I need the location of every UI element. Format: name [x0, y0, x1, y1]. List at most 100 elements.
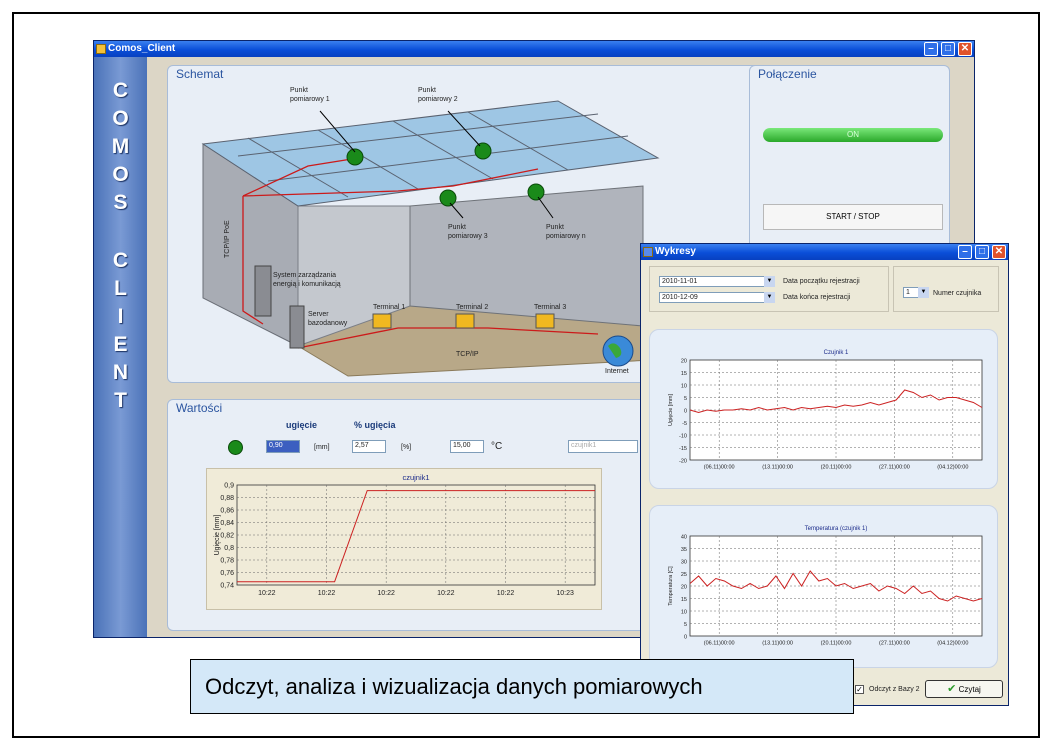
chevron-down-icon[interactable]: ▼ — [764, 292, 775, 303]
sidebar-letter: L — [114, 277, 127, 300]
ugiecie-value-field[interactable]: 0,90 — [266, 440, 300, 453]
sidebar-letter: M — [111, 135, 130, 158]
checkbox-baza2-label: Odczyt z Bazy 2 — [869, 686, 920, 693]
y-tick-label: -10 — [679, 434, 687, 440]
chart-ugiecie-svg: czujnik1 0,9 0,88 0,86 0,84 0,82 0,8 0,78 0,76 0,… — [214, 473, 596, 597]
sidebar-letter: O — [112, 107, 129, 130]
y-tick-label: 35 — [681, 547, 687, 553]
x-tick-label: (27.11)00:00 — [879, 465, 910, 471]
x-tick-label: 10:22 — [437, 590, 455, 597]
sidebar-letter: C — [112, 249, 129, 272]
sidebar-letter: I — [117, 305, 124, 328]
x-tick-label: (04.12)00:00 — [937, 465, 968, 471]
date-start-select[interactable]: 2010-11-01 — [659, 276, 775, 287]
proc-value-field[interactable]: 2,57 — [352, 440, 386, 453]
right-wall — [409, 185, 644, 327]
minimize-icon[interactable]: – — [958, 245, 972, 259]
y-tick-label: 15 — [681, 597, 687, 603]
czytaj-button[interactable]: ✔ Czytaj — [925, 680, 1003, 698]
main-titlebar[interactable]: Comos_Client – □ ✕ — [94, 41, 974, 57]
close-icon[interactable]: ✕ — [992, 245, 1006, 259]
maximize-icon[interactable]: □ — [975, 245, 989, 259]
chart-temperatura-svg: Temperatura (czujnik 1) 40 35 30 25 20 15 10 5 0 (… — [668, 526, 983, 647]
terminal-screen — [372, 313, 392, 329]
y-tick-label: 20 — [681, 359, 687, 365]
x-tick-label: (04.12)00:00 — [937, 641, 968, 647]
y-tick-label: 0,76 — [220, 570, 234, 577]
y-tick-label: -20 — [679, 459, 687, 465]
x-tick-label: (06.11)00:00 — [704, 465, 735, 471]
chart-panel-temperatura: Temperatura (czujnik 1) 40 35 30 25 20 15 10 5 0 (… — [649, 505, 998, 668]
date-end-label: Data końca rejestracji — [783, 294, 851, 301]
x-tick-label: (06.11)00:00 — [704, 641, 735, 647]
y-axis-label: Ugięcie [mm] — [668, 393, 674, 426]
date-start-label: Data początku rejestracji — [783, 278, 860, 285]
y-tick-label: 0,74 — [220, 583, 234, 590]
terminal3-label: Terminal 3 — [534, 304, 567, 311]
temp-value-field[interactable]: 15,00 — [450, 440, 484, 453]
sidebar-letter: N — [112, 361, 129, 384]
polaczenie-title: Połączenie — [758, 67, 817, 81]
x-tick-label: (13.11)00:00 — [762, 465, 793, 471]
x-tick-label: 10:22 — [377, 590, 395, 597]
sidebar-letter: E — [113, 333, 128, 356]
window-title: Comos_Client — [108, 43, 176, 54]
punktn-label: Punkt pomiarowy n — [546, 224, 586, 240]
system-box — [254, 265, 272, 317]
temp-unit: °C — [491, 441, 503, 452]
x-tick-label: (27.11)00:00 — [879, 641, 910, 647]
proc-ugiecia-label: % ugięcia — [354, 420, 396, 430]
terminal-screen — [455, 313, 475, 329]
terminal1-label: Terminal 1 — [373, 304, 406, 311]
ugiecie-unit: [mm] — [314, 444, 330, 451]
y-tick-label: -15 — [679, 446, 687, 452]
x-tick-label: 10:23 — [556, 590, 574, 597]
x-tick-label: (20.11)00:00 — [821, 641, 852, 647]
czytaj-label: Czytaj — [958, 685, 981, 694]
status-indicator: ON — [763, 128, 943, 142]
chart-title: Temperatura (czujnik 1) — [805, 526, 868, 532]
chevron-down-icon[interactable]: ▼ — [764, 276, 775, 287]
y-tick-label: 30 — [681, 560, 687, 566]
y-tick-label: 0,82 — [220, 533, 234, 540]
y-tick-label: 10 — [681, 610, 687, 616]
chart-czujnik-svg: Czujnik 1 20 15 10 5 0 -5 -10 -15 -20 (06.11)00:00… — [668, 350, 983, 471]
close-icon[interactable]: ✕ — [958, 42, 972, 56]
terminal-screen — [535, 313, 555, 329]
y-tick-label: 25 — [681, 572, 687, 578]
server-box — [289, 305, 305, 349]
system-label: System zarządzania energią i komunikacją — [273, 272, 341, 288]
check-icon: ✔ — [947, 683, 957, 695]
y-tick-label: 20 — [681, 585, 687, 591]
punkt3-label: Punkt pomiarowy 3 — [448, 224, 488, 240]
wykresy-titlebar[interactable]: Wykresy – □ ✕ — [641, 244, 1008, 260]
date-end-select[interactable]: 2010-12-09 — [659, 292, 775, 303]
chart-window-icon — [643, 247, 653, 257]
sensor-dot — [527, 183, 545, 201]
sensor-dot — [474, 142, 492, 160]
chart-ugiecie: czujnik1 0,9 0,88 0,86 0,84 0,82 0,8 0,78 0,76 0,… — [206, 468, 602, 610]
y-tick-label: 0,78 — [220, 558, 234, 565]
tcpip-label: TCP/IP — [456, 351, 479, 358]
start-stop-button[interactable]: START / STOP — [763, 204, 943, 230]
wykresy-window: Wykresy – □ ✕ 2010-11-01 ▼ Data początku… — [640, 243, 1009, 706]
server-label: Server bazodanowy — [308, 311, 348, 327]
chart-title: Czujnik 1 — [824, 350, 849, 356]
minimize-icon[interactable]: – — [924, 42, 938, 56]
y-tick-label: 0 — [684, 635, 687, 641]
sensor-field[interactable]: czujnik1 — [568, 440, 638, 453]
sidebar-letter: C — [112, 79, 129, 102]
y-tick-label: 0 — [684, 409, 687, 415]
sensor-dot — [439, 189, 457, 207]
checkbox-baza2[interactable]: ✓ — [855, 685, 864, 694]
tcp-poe-label: TCP/IP PoE — [224, 220, 231, 258]
ugiecie-label: ugięcie — [286, 420, 318, 430]
sidebar-letter: T — [114, 389, 127, 412]
chevron-down-icon[interactable]: ▼ — [918, 287, 929, 298]
app-icon — [96, 44, 106, 54]
y-axis-label: Temperatura [C] — [668, 566, 674, 606]
y-tick-label: 0,8 — [224, 545, 234, 552]
maximize-icon[interactable]: □ — [941, 42, 955, 56]
proc-unit: [%] — [401, 444, 412, 451]
x-tick-label: 10:22 — [318, 590, 336, 597]
